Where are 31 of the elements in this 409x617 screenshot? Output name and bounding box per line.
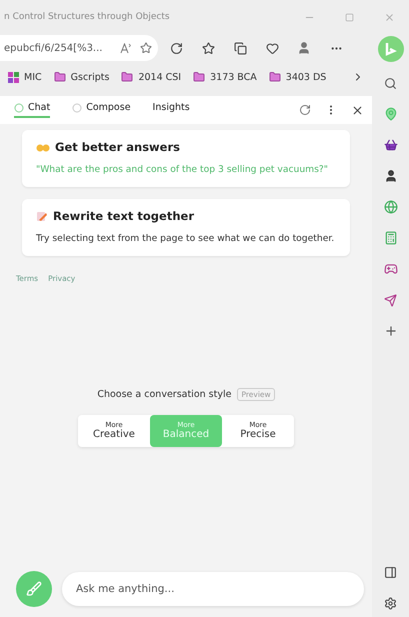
circle-icon: [72, 102, 82, 112]
favorite-link[interactable]: MIC: [8, 72, 42, 82]
collections-icon[interactable]: [234, 42, 246, 54]
panel-tab[interactable]: Insights: [152, 102, 190, 118]
b-logo-icon: [384, 42, 396, 56]
profile-icon[interactable]: [297, 41, 311, 55]
panel-tab[interactable]: Compose: [72, 102, 131, 118]
folder-icon: [193, 71, 206, 83]
circle-icon: [14, 102, 24, 112]
style-label: Choose a conversation style: [97, 388, 232, 400]
favorite-link[interactable]: 3173 BCA: [193, 71, 257, 83]
folder-icon: [121, 71, 134, 83]
star-icon[interactable]: [202, 42, 214, 54]
heart-icon[interactable]: [266, 42, 278, 54]
panel-tab[interactable]: Chat: [14, 102, 50, 118]
app-grid-icon: [8, 72, 19, 82]
card-title: Rewrite text together: [53, 209, 194, 223]
favorite-link[interactable]: Gscripts: [54, 71, 110, 83]
card-text: Try selecting text from the page to see what we can do together.: [36, 233, 336, 244]
folder-icon: [268, 71, 281, 83]
address-field[interactable]: epubcfi/6/254[%3...: [0, 35, 158, 61]
pencil-icon: [36, 210, 48, 222]
star-icon[interactable]: [140, 42, 152, 54]
favorite-link[interactable]: 3403 DS: [268, 71, 326, 83]
refresh-icon[interactable]: [170, 42, 182, 54]
card-title: Get better answers: [55, 140, 180, 154]
read-aloud-icon[interactable]: [120, 42, 132, 54]
window-title: n Control Structures through Objects: [4, 12, 171, 22]
chat-input[interactable]: Ask me anything...: [62, 572, 364, 606]
favorite-link[interactable]: 2014 CSI: [121, 71, 182, 83]
folder-icon: [54, 71, 66, 83]
